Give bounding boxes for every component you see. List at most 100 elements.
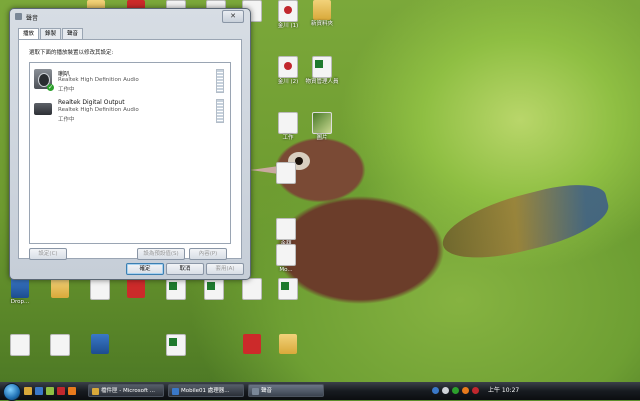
xls-icon bbox=[166, 278, 186, 300]
security-icon[interactable] bbox=[452, 387, 459, 394]
device-list[interactable]: ✓ 喇叭 Realtek High Definition Audio 工作中 R… bbox=[29, 62, 231, 244]
taskbar-item-browser[interactable]: Mobile01 處理器... bbox=[168, 384, 244, 397]
img-icon bbox=[312, 112, 332, 134]
network-icon[interactable] bbox=[432, 387, 439, 394]
pdf-icon bbox=[278, 56, 298, 78]
desktop-icon-label: Mo... bbox=[279, 267, 293, 273]
desktop-icon[interactable] bbox=[232, 334, 272, 355]
sound-dialog: 聲音 ✕ 播放 錄製 聲音 選取下面的播放裝置以修改其設定: ✓ 喇叭 Real… bbox=[9, 8, 251, 280]
folder-icon bbox=[92, 388, 99, 395]
ok-button[interactable]: 確定 bbox=[126, 263, 164, 275]
set-default-button[interactable]: 設為預設值(S) bbox=[137, 248, 185, 260]
volume-meter bbox=[216, 69, 224, 93]
dialog-titlebar[interactable]: 聲音 ✕ bbox=[10, 9, 250, 25]
device-description: Realtek High Definition Audio bbox=[58, 107, 139, 113]
app-icon bbox=[11, 278, 29, 298]
speaker-icon bbox=[15, 13, 22, 20]
quicklaunch-media-icon[interactable] bbox=[68, 387, 76, 395]
desktop-icon[interactable]: 圖片 bbox=[302, 112, 342, 142]
desktop-icon[interactable]: Mo... bbox=[266, 244, 306, 274]
desktop-icon[interactable] bbox=[80, 278, 120, 301]
taskbar-item-explorer[interactable]: 檔件匣 - Microsoft ... bbox=[88, 384, 164, 397]
app-icon bbox=[91, 334, 109, 354]
red-icon bbox=[243, 334, 261, 354]
desktop-icon-label: 物資管理人員 bbox=[305, 79, 339, 85]
start-button[interactable] bbox=[3, 383, 21, 401]
tab-panel: 選取下面的播放裝置以修改其設定: ✓ 喇叭 Realtek High Defin… bbox=[18, 39, 242, 260]
doc-icon bbox=[278, 112, 298, 134]
desktop-icon[interactable]: 新資料夾 bbox=[302, 0, 342, 28]
xls-icon bbox=[204, 278, 224, 300]
doc-icon bbox=[276, 244, 296, 266]
volume-meter bbox=[216, 99, 224, 123]
pdf-icon bbox=[278, 0, 298, 22]
device-status: 工作中 bbox=[58, 117, 75, 123]
doc-icon bbox=[276, 218, 296, 240]
desktop-icon-label: 新資料夾 bbox=[310, 21, 333, 27]
clock[interactable]: 上午 10:27 bbox=[488, 384, 519, 397]
desktop-icon[interactable] bbox=[156, 334, 196, 357]
xls-icon bbox=[278, 278, 298, 300]
bird-wing-graphic bbox=[435, 175, 615, 270]
desktop-icon[interactable] bbox=[116, 278, 156, 299]
desktop-icon[interactable] bbox=[40, 278, 80, 299]
configure-button[interactable]: 設定(C) bbox=[29, 248, 67, 260]
folder-icon bbox=[51, 278, 69, 298]
default-check-icon: ✓ bbox=[47, 84, 54, 91]
desktop-icon[interactable] bbox=[194, 278, 234, 301]
desktop-icon-label: 圖片 bbox=[316, 135, 328, 141]
desktop-icon[interactable] bbox=[268, 278, 308, 301]
desktop-icon[interactable]: Drop... bbox=[0, 278, 40, 306]
instructions-text: 選取下面的播放裝置以修改其設定: bbox=[29, 50, 114, 56]
tab-sounds[interactable]: 聲音 bbox=[62, 28, 84, 39]
update-icon[interactable] bbox=[462, 387, 469, 394]
taskbar-item-label: 聲音 bbox=[261, 388, 273, 394]
desktop-icon[interactable] bbox=[0, 334, 40, 357]
desktop-icon[interactable] bbox=[266, 162, 306, 185]
cancel-button[interactable]: 取消 bbox=[166, 263, 204, 275]
quicklaunch-browser-icon[interactable] bbox=[35, 387, 43, 395]
speaker-icon bbox=[252, 388, 259, 395]
dialog-title: 聲音 bbox=[26, 15, 39, 22]
desktop-icon[interactable] bbox=[268, 334, 308, 355]
doc-icon bbox=[276, 162, 296, 184]
desktop-icon[interactable] bbox=[232, 278, 272, 301]
apply-button[interactable]: 套用(A) bbox=[206, 263, 244, 275]
close-button[interactable]: ✕ bbox=[222, 10, 244, 23]
folder-icon bbox=[279, 334, 297, 354]
tab-recording[interactable]: 錄製 bbox=[40, 28, 62, 39]
properties-button[interactable]: 內容(P) bbox=[189, 248, 227, 260]
device-description: Realtek High Definition Audio bbox=[58, 77, 139, 83]
taskbar-item-label: 檔件匣 - Microsoft ... bbox=[101, 388, 156, 394]
desktop-icon[interactable] bbox=[80, 334, 120, 355]
doc-icon bbox=[90, 278, 110, 300]
device-name: Realtek Digital Output bbox=[58, 99, 125, 106]
xls-icon bbox=[166, 334, 186, 356]
volume-icon[interactable] bbox=[442, 387, 449, 394]
device-item-speaker[interactable]: ✓ 喇叭 Realtek High Definition Audio 工作中 bbox=[32, 67, 228, 97]
doc-icon bbox=[50, 334, 70, 356]
close-icon: ✕ bbox=[230, 12, 236, 20]
quicklaunch-folder-icon[interactable] bbox=[24, 387, 32, 395]
desktop-icon[interactable] bbox=[40, 334, 80, 357]
system-tray: 上午 10:27 bbox=[428, 384, 578, 397]
antivirus-icon[interactable] bbox=[472, 387, 479, 394]
device-status: 工作中 bbox=[58, 87, 75, 93]
digital-output-icon bbox=[34, 103, 52, 115]
desktop-icon[interactable] bbox=[156, 278, 196, 301]
desktop-icon[interactable]: 物資管理人員 bbox=[302, 56, 342, 86]
taskbar-item-sound[interactable]: 聲音 bbox=[248, 384, 324, 397]
desktop-icon[interactable] bbox=[266, 218, 306, 241]
quicklaunch-desktop-icon[interactable] bbox=[46, 387, 54, 395]
taskbar: 檔件匣 - Microsoft ... Mobile01 處理器... 聲音 上… bbox=[0, 382, 640, 401]
tab-strip: 播放 錄製 聲音 bbox=[18, 28, 84, 40]
xls-icon bbox=[312, 56, 332, 78]
doc-icon bbox=[10, 334, 30, 356]
folder-icon bbox=[313, 0, 331, 20]
desktop-icon-label: Drop... bbox=[10, 299, 30, 305]
doc-icon bbox=[242, 278, 262, 300]
taskbar-item-label: Mobile01 處理器... bbox=[181, 388, 230, 394]
quicklaunch-app-icon[interactable] bbox=[57, 387, 65, 395]
browser-icon bbox=[172, 388, 179, 395]
device-item-digital-output[interactable]: Realtek Digital Output Realtek High Defi… bbox=[32, 97, 228, 127]
